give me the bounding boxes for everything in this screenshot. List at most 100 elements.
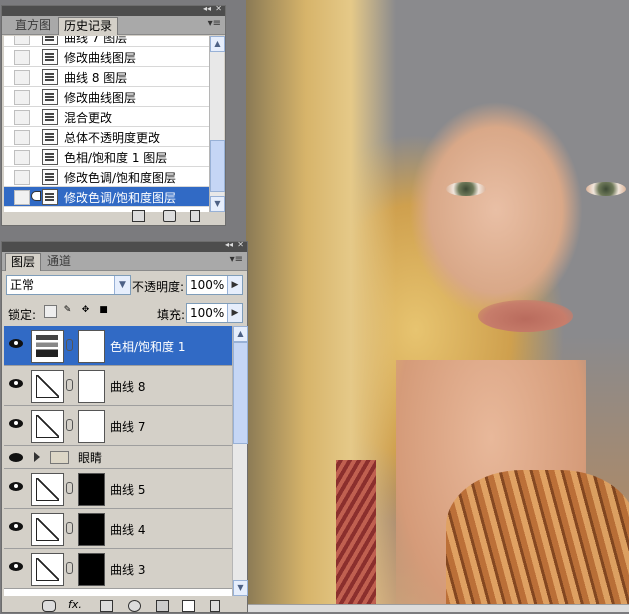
panel-menu-icon[interactable]: ▾≡: [208, 18, 221, 29]
history-source-checkbox[interactable]: [14, 110, 30, 125]
history-item[interactable]: 总体不透明度更改: [4, 127, 209, 147]
opacity-value: 100%: [190, 278, 225, 292]
history-item[interactable]: 色相/饱和度 1 图层: [4, 147, 209, 167]
folder-icon[interactable]: [156, 600, 169, 612]
visibility-eye-icon[interactable]: [9, 562, 23, 571]
scroll-down-icon[interactable]: ▼: [233, 580, 248, 596]
blend-mode-select[interactable]: 正常 ▼: [6, 275, 131, 295]
history-item-label: 曲线 7 图层: [64, 36, 128, 45]
tab-history[interactable]: 历史记录: [58, 17, 119, 35]
curves-adjustment-icon[interactable]: [31, 553, 64, 586]
mask-link-icon[interactable]: [66, 562, 73, 574]
lock-transparency-icon[interactable]: [44, 305, 57, 318]
mask-link-icon[interactable]: [66, 339, 73, 351]
history-item[interactable]: 曲线 8 图层: [4, 67, 209, 87]
curves-adjustment-icon[interactable]: [31, 410, 64, 443]
visibility-eye-icon[interactable]: [9, 379, 23, 388]
history-source-checkbox[interactable]: [14, 170, 30, 185]
history-list: 曲线 7 图层修改曲线图层 曲线 8 图层 修改曲线图层 混合更改 总体不透明度更改 色相…: [4, 36, 209, 212]
history-scrollbar[interactable]: ▲ ▼: [209, 36, 225, 212]
layer-mask-thumbnail[interactable]: [78, 473, 105, 506]
history-step-icon: [42, 49, 58, 65]
fill-arrow-icon[interactable]: ▶: [227, 304, 242, 322]
visibility-eye-icon[interactable]: [9, 453, 23, 462]
panel-menu-icon[interactable]: ▾≡: [230, 254, 243, 265]
layer-row[interactable]: 曲线 4: [4, 509, 233, 549]
curves-adjustment-icon[interactable]: [31, 370, 64, 403]
tab-channels[interactable]: 通道: [42, 253, 76, 270]
layer-mask-thumbnail[interactable]: [78, 370, 105, 403]
hue-saturation-adjustment-icon[interactable]: [31, 330, 64, 363]
layer-row[interactable]: 曲线 3: [4, 549, 233, 589]
expand-triangle-icon[interactable]: [34, 452, 40, 462]
opacity-label: 不透明度:: [132, 280, 185, 294]
mask-icon[interactable]: [100, 600, 113, 612]
lock-position-icon[interactable]: ✥: [80, 305, 91, 316]
history-source-checkbox[interactable]: [14, 90, 30, 105]
history-panel-titlebar[interactable]: ◂◂ ✕: [2, 4, 225, 16]
layer-group-row[interactable]: 眼睛: [4, 446, 233, 469]
mask-link-icon[interactable]: [66, 419, 73, 431]
fill-input[interactable]: 100% ▶: [186, 303, 243, 323]
mask-link-icon[interactable]: [66, 522, 73, 534]
history-item[interactable]: 修改曲线图层: [4, 87, 209, 107]
history-item[interactable]: 混合更改: [4, 107, 209, 127]
scroll-thumb[interactable]: [210, 140, 225, 192]
scroll-up-icon[interactable]: ▲: [233, 326, 248, 342]
trash-icon[interactable]: [210, 600, 220, 612]
history-source-checkbox[interactable]: [14, 190, 30, 205]
layer-name: 曲线 5: [110, 483, 146, 497]
collapse-icon[interactable]: ◂◂: [225, 240, 233, 249]
visibility-eye-icon[interactable]: [9, 339, 23, 348]
layer-mask-thumbnail[interactable]: [78, 553, 105, 586]
layer-mask-thumbnail[interactable]: [78, 330, 105, 363]
history-item[interactable]: 修改色调/饱和度图层: [4, 167, 209, 187]
link-icon[interactable]: [42, 600, 56, 612]
history-step-icon: [42, 149, 58, 165]
adjustment-icon[interactable]: [128, 600, 141, 612]
camera-snapshot-icon[interactable]: [163, 210, 176, 222]
mask-link-icon[interactable]: [66, 482, 73, 494]
history-item[interactable]: 修改色调/饱和度图层: [4, 187, 209, 207]
visibility-eye-icon[interactable]: [9, 522, 23, 531]
chevron-down-icon[interactable]: ▼: [114, 276, 130, 294]
layer-row[interactable]: 曲线 5: [4, 469, 233, 509]
close-icon[interactable]: ✕: [215, 4, 222, 13]
layer-mask-thumbnail[interactable]: [78, 513, 105, 546]
tab-layers[interactable]: 图层: [5, 253, 42, 271]
new-layer-icon[interactable]: [182, 600, 195, 612]
fx-icon[interactable]: fx.: [68, 598, 82, 611]
tab-histogram[interactable]: 直方图: [10, 17, 56, 34]
history-source-checkbox[interactable]: [14, 150, 30, 165]
opacity-arrow-icon[interactable]: ▶: [227, 276, 242, 294]
close-icon[interactable]: ✕: [237, 240, 244, 249]
layer-row[interactable]: 曲线 8: [4, 366, 233, 406]
history-source-checkbox[interactable]: [14, 36, 30, 45]
trash-icon[interactable]: [190, 210, 200, 222]
canvas-right-eye: [586, 182, 626, 196]
opacity-input[interactable]: 100% ▶: [186, 275, 243, 295]
history-source-checkbox[interactable]: [14, 130, 30, 145]
scroll-down-icon[interactable]: ▼: [210, 196, 225, 212]
history-item[interactable]: 修改曲线图层: [4, 47, 209, 67]
layer-row[interactable]: 色相/饱和度 1: [4, 326, 233, 366]
layers-scrollbar[interactable]: ▲ ▼: [232, 326, 248, 596]
layer-mask-thumbnail[interactable]: [78, 410, 105, 443]
layer-row[interactable]: 曲线 7: [4, 406, 233, 446]
new-document-icon[interactable]: [132, 210, 145, 222]
lock-pixels-icon[interactable]: ✎: [62, 305, 73, 316]
history-item[interactable]: 曲线 7 图层: [4, 36, 209, 47]
visibility-eye-icon[interactable]: [9, 419, 23, 428]
history-source-checkbox[interactable]: [14, 70, 30, 85]
collapse-icon[interactable]: ◂◂: [203, 4, 211, 13]
curves-adjustment-icon[interactable]: [31, 473, 64, 506]
lock-all-icon[interactable]: ■: [98, 305, 109, 316]
history-source-checkbox[interactable]: [14, 50, 30, 65]
layers-panel-titlebar[interactable]: ◂◂ ✕: [2, 240, 247, 252]
image-canvas[interactable]: [246, 0, 629, 611]
scroll-up-icon[interactable]: ▲: [210, 36, 225, 52]
mask-link-icon[interactable]: [66, 379, 73, 391]
curves-adjustment-icon[interactable]: [31, 513, 64, 546]
scroll-thumb[interactable]: [233, 342, 248, 444]
visibility-eye-icon[interactable]: [9, 482, 23, 491]
